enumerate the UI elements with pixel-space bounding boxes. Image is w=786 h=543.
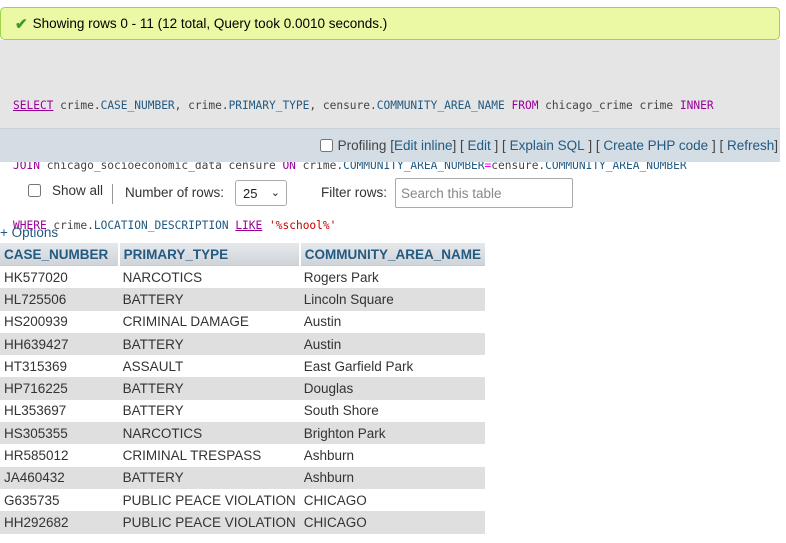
filter-placeholder: Search this table <box>401 185 502 201</box>
cell-case-number: HP716225 <box>0 377 119 400</box>
cell-case-number: HH292682 <box>0 511 119 534</box>
table-row[interactable]: G635735 PUBLIC PEACE VIOLATION CHICAGO <box>0 488 485 512</box>
cell-case-number: HR585012 <box>0 444 119 467</box>
sql-token: LOCATION_DESCRIPTION <box>93 219 229 232</box>
success-message: ✔ Showing rows 0 - 11 (12 total, Query t… <box>0 7 780 40</box>
column-header-primary-type[interactable]: PRIMARY_TYPE <box>118 243 301 266</box>
rows-per-page-select[interactable]: 25 ⌄ <box>235 180 287 206</box>
cell-primary-type: BATTERY <box>118 288 300 311</box>
cell-community-area-name: CHICAGO <box>299 488 485 512</box>
cell-primary-type: BATTERY <box>118 399 300 423</box>
filter-label: Filter rows: <box>321 185 388 200</box>
cell-community-area-name: East Garfield Park <box>299 355 485 378</box>
profiling-label: Profiling <box>337 138 387 153</box>
sql-token: LIKE <box>235 219 263 232</box>
cell-community-area-name: Austin <box>299 310 485 333</box>
divider <box>112 184 113 204</box>
table-row[interactable]: JA460432 BATTERY Ashburn <box>0 466 485 489</box>
sql-token: PRIMARY_TYPE <box>228 99 310 112</box>
options-link[interactable]: + Options <box>0 225 58 240</box>
cell-community-area-name: Brighton Park <box>299 422 485 445</box>
cell-primary-type: PUBLIC PEACE VIOLATION <box>118 511 300 534</box>
sql-token: FROM <box>511 99 539 112</box>
table-row[interactable]: HL353697 BATTERY South Shore <box>0 399 485 423</box>
cell-primary-type: BATTERY <box>118 332 300 356</box>
column-header-community-area-name[interactable]: COMMUNITY_AREA_NAME <box>299 243 485 266</box>
cell-community-area-name: Ashburn <box>299 444 485 467</box>
cell-primary-type: NARCOTICS <box>118 422 300 445</box>
cell-primary-type: ASSAULT <box>118 355 300 378</box>
show-all-label: Show all <box>52 183 104 198</box>
filter-rows-input[interactable]: Search this table <box>395 178 573 208</box>
sql-token: SELECT <box>13 99 54 112</box>
column-header-case-number[interactable]: CASE_NUMBER <box>0 243 120 266</box>
table-row[interactable]: HS200939 CRIMINAL DAMAGE Austin <box>0 310 485 333</box>
refresh-link[interactable]: Refresh <box>727 138 774 153</box>
table-row[interactable]: HL725506 BATTERY Lincoln Square <box>0 288 485 311</box>
rows-select-value: 25 <box>243 185 258 201</box>
sql-token: '%school%' <box>269 219 337 232</box>
cell-case-number: HK577020 <box>0 265 119 289</box>
sql-token: CASE_NUMBER <box>100 99 175 112</box>
cell-community-area-name: CHICAGO <box>299 511 485 534</box>
table-row[interactable]: HP716225 BATTERY Douglas <box>0 377 485 400</box>
rows-label: Number of rows: <box>125 185 225 200</box>
sql-token: , crime. <box>174 99 229 112</box>
sql-token: INNER <box>679 99 714 112</box>
table-row[interactable]: HK577020 NARCOTICS Rogers Park <box>0 265 485 289</box>
create-php-code-link[interactable]: Create PHP code <box>603 138 708 153</box>
cell-case-number: JA460432 <box>0 466 119 489</box>
cell-case-number: HL353697 <box>0 399 119 423</box>
table-row[interactable]: HH639427 BATTERY Austin <box>0 332 485 356</box>
cell-community-area-name: South Shore <box>299 399 485 423</box>
cell-case-number: G635735 <box>0 488 119 512</box>
sql-token: chicago_crime crime <box>538 99 680 112</box>
table-row[interactable]: HR585012 CRIMINAL TRESPASS Ashburn <box>0 444 485 467</box>
edit-inline-link[interactable]: Edit inline <box>394 138 453 153</box>
cell-primary-type: PUBLIC PEACE VIOLATION <box>118 488 300 512</box>
cell-case-number: HS305355 <box>0 422 119 445</box>
chevron-down-icon: ⌄ <box>270 187 280 199</box>
cell-community-area-name: Douglas <box>299 377 485 400</box>
sql-line-1: SELECT crime.CASE_NUMBER, crime.PRIMARY_… <box>13 96 774 116</box>
cell-case-number: HH639427 <box>0 332 119 356</box>
cell-community-area-name: Lincoln Square <box>299 288 485 311</box>
cell-community-area-name: Rogers Park <box>299 265 485 289</box>
edit-link[interactable]: Edit <box>468 138 491 153</box>
sql-line-3: WHERE crime.LOCATION_DESCRIPTION LIKE '%… <box>13 216 774 236</box>
cell-primary-type: BATTERY <box>118 377 300 400</box>
sql-token: COMMUNITY_AREA_NAME <box>376 99 505 112</box>
cell-community-area-name: Austin <box>299 332 485 356</box>
table-header-row: CASE_NUMBER PRIMARY_TYPE COMMUNITY_AREA_… <box>0 243 485 266</box>
profiling-checkbox[interactable] <box>319 139 333 152</box>
table-row[interactable]: HS305355 NARCOTICS Brighton Park <box>0 422 485 445</box>
table-controls: Show all Number of rows: 25 ⌄ Filter row… <box>0 178 600 208</box>
cell-case-number: HT315369 <box>0 355 119 378</box>
cell-primary-type: CRIMINAL TRESPASS <box>118 444 300 467</box>
cell-community-area-name: Ashburn <box>299 466 485 489</box>
cell-case-number: HL725506 <box>0 288 119 311</box>
explain-sql-link[interactable]: Explain SQL <box>510 138 585 153</box>
show-all-checkbox[interactable] <box>28 184 41 197</box>
results-table: CASE_NUMBER PRIMARY_TYPE COMMUNITY_AREA_… <box>0 243 485 534</box>
success-text: Showing rows 0 - 11 (12 total, Query too… <box>32 16 388 31</box>
sql-token: , censure. <box>309 99 377 112</box>
cell-case-number: HS200939 <box>0 310 119 333</box>
sql-toolbar: Profiling [Edit inline] [ Edit ] [ Expla… <box>0 128 780 162</box>
cell-primary-type: BATTERY <box>118 466 300 489</box>
cell-primary-type: CRIMINAL DAMAGE <box>118 310 300 333</box>
sql-query-box: SELECT crime.CASE_NUMBER, crime.PRIMARY_… <box>0 40 780 232</box>
sql-token: crime. <box>53 99 101 112</box>
table-row[interactable]: HT315369 ASSAULT East Garfield Park <box>0 355 485 378</box>
table-row[interactable]: HH292682 PUBLIC PEACE VIOLATION CHICAGO <box>0 511 485 534</box>
check-icon: ✔ <box>15 15 28 33</box>
cell-primary-type: NARCOTICS <box>118 265 300 289</box>
